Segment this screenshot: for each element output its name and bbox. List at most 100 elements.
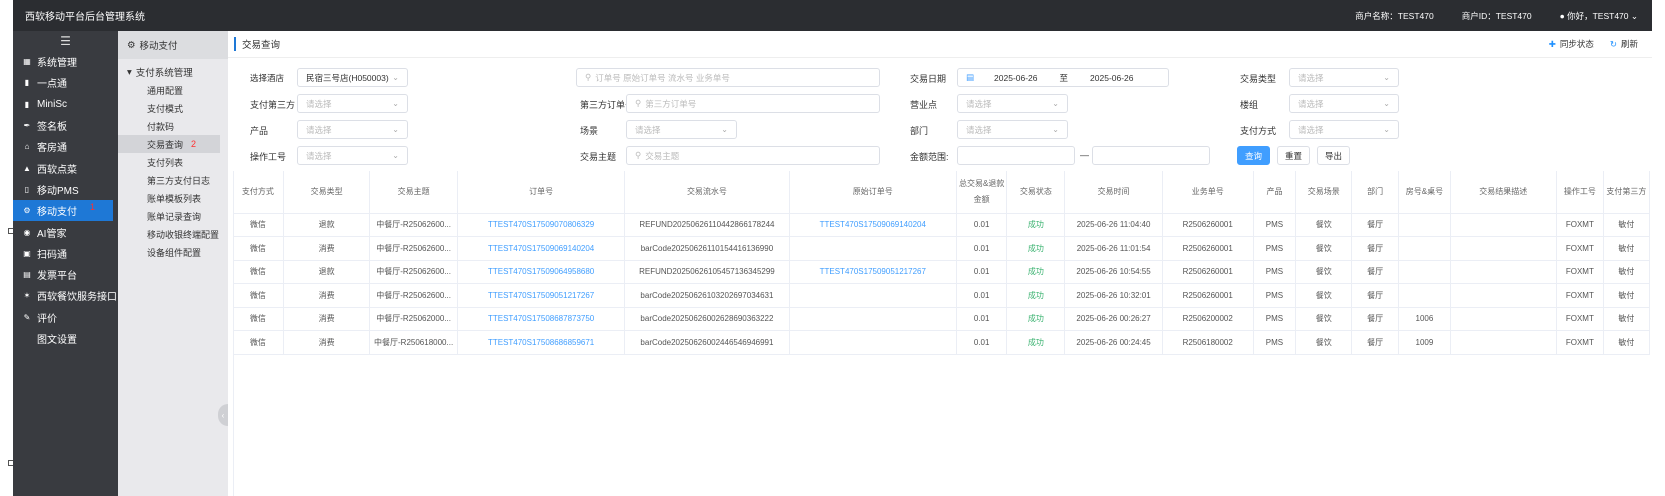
submenu-link[interactable]: 付款码 bbox=[118, 117, 228, 135]
column-header: 业务单号 bbox=[1162, 171, 1254, 214]
export-button[interactable]: 导出 bbox=[1317, 146, 1350, 165]
submenu-link[interactable]: 账单记录查询 bbox=[118, 207, 228, 225]
sidebar-item[interactable]: 图文设置 bbox=[13, 328, 118, 349]
chevron-down-icon: ⌄ bbox=[1383, 125, 1390, 134]
sidebar-item[interactable]: ▲ 西软点菜 bbox=[13, 157, 118, 178]
sidebar-item-label: 一点通 bbox=[37, 79, 67, 91]
table-cell: 敏付 bbox=[1603, 307, 1651, 331]
pay-method-select[interactable]: 请选择 ⌄ bbox=[1289, 120, 1399, 139]
query-button[interactable]: 查询 bbox=[1237, 146, 1270, 165]
table-row[interactable]: 微信 消费 中餐厅-R25062000... TTEST470S17508687873… bbox=[233, 307, 1651, 331]
product-select[interactable]: 请选择 ⌄ bbox=[297, 120, 408, 139]
third-party-select[interactable]: 请选择 ⌄ bbox=[297, 94, 408, 113]
table-cell: 敏付 bbox=[1603, 236, 1651, 261]
table-cell[interactable]: TTEST470S17509051217267 bbox=[789, 260, 958, 284]
amount-min-input[interactable] bbox=[957, 146, 1075, 165]
column-header: 交易类型 bbox=[283, 171, 371, 214]
sidebar-item[interactable]: ◉ AI管家 bbox=[13, 221, 118, 242]
submenu-link-label: 账单模板列表 bbox=[147, 193, 202, 204]
date-range-picker[interactable]: ▤ 2025-06-26 至 2025-06-26 bbox=[957, 68, 1169, 87]
refresh-button[interactable]: ↻ 刷新 bbox=[1610, 38, 1638, 50]
table-cell[interactable]: TTEST470S17508686859671 bbox=[457, 330, 626, 355]
submenu-link[interactable]: 支付模式 bbox=[118, 99, 228, 117]
table-cell: 微信 bbox=[233, 236, 284, 261]
sidebar-item[interactable]: ⚙ 移动支付 1 bbox=[13, 200, 113, 222]
submenu-link[interactable]: 账单模板列表 bbox=[118, 189, 228, 207]
table-cell bbox=[1398, 260, 1451, 284]
submenu-link[interactable]: 交易查询 2 bbox=[118, 135, 220, 153]
submenu-link[interactable]: 通用配置 bbox=[118, 81, 228, 99]
sidebar-item[interactable]: ▮ MiniSc bbox=[13, 94, 118, 115]
table-cell[interactable]: TTEST470S17509069140204 bbox=[789, 213, 958, 237]
table-cell[interactable]: TTEST470S17509070806329 bbox=[457, 213, 626, 237]
bar-chart-icon: ▮ bbox=[24, 78, 30, 88]
table-cell[interactable]: TTEST470S17509064958680 bbox=[457, 260, 626, 284]
table-cell: 中餐厅-R25062600... bbox=[369, 260, 458, 284]
submenu-link[interactable]: 第三方支付日志 bbox=[118, 171, 228, 189]
table-cell[interactable]: TTEST470S17508687873750 bbox=[457, 307, 626, 331]
sync-status-button[interactable]: ✚ 同步状态 bbox=[1549, 38, 1594, 50]
trade-type-select[interactable]: 请选择 ⌄ bbox=[1289, 68, 1399, 87]
table-row[interactable]: 微信 消费 中餐厅-R250618000... TTEST470S1750868685… bbox=[233, 330, 1651, 355]
submenu-link[interactable]: 设备组件配置 bbox=[118, 243, 228, 261]
submenu-head[interactable]: ⚙ 移动支付 bbox=[118, 31, 228, 59]
table-cell[interactable]: TTEST470S17509051217267 bbox=[457, 283, 626, 308]
third-party-placeholder: 请选择 bbox=[306, 98, 332, 109]
sidebar-item[interactable]: ▣ 扫码通 bbox=[13, 243, 118, 264]
table-cell: PMS bbox=[1253, 307, 1297, 331]
scene-select[interactable]: 请选择 ⌄ bbox=[626, 120, 737, 139]
transactions-table: 支付方式 交易类型 交易主题 订单号 交易流水号 原始订单号 总交易&退款金额 交易状态 交易时… bbox=[233, 171, 1651, 355]
table-cell: 餐厅 bbox=[1351, 260, 1400, 284]
app-window: 西软移动平台后台管理系统 商户名称：TEST470 商户ID：TEST470 ●… bbox=[0, 0, 1665, 496]
submenu-group[interactable]: ▾ 支付系统管理 bbox=[118, 63, 228, 81]
building-select[interactable]: 请选择 ⌄ bbox=[1289, 94, 1399, 113]
outlet-select[interactable]: 请选择 ⌄ bbox=[957, 94, 1068, 113]
sidebar-item[interactable]: ⌂ 客房通 bbox=[13, 136, 118, 157]
table-cell: 消费 bbox=[283, 330, 371, 355]
outlet-label: 营业点 bbox=[910, 100, 938, 110]
column-header: 总交易&退款金额 bbox=[956, 171, 1008, 214]
user-menu[interactable]: ● 你好，TEST470 ⌄ bbox=[1560, 10, 1638, 22]
subject-input[interactable]: ⚲ 交易主题 bbox=[626, 146, 880, 165]
reset-button[interactable]: 重置 bbox=[1277, 146, 1310, 165]
outlet-placeholder: 请选择 bbox=[966, 98, 992, 109]
table-cell: 敏付 bbox=[1603, 260, 1651, 284]
column-header: 支付方式 bbox=[233, 171, 284, 214]
order-search-input[interactable]: ⚲ 订单号 原始订单号 流水号 业务单号 bbox=[576, 68, 880, 87]
sidebar: ☰ ▦ 系统管理 ▮ 一点通 ▮ MiniSc ✒ 签名板 ⌂ 客房通 ▲ 西软点菜 ▯ 移动PMS ⚙ 移动… bbox=[13, 31, 118, 496]
bowl-icon: ▲ bbox=[23, 163, 31, 173]
third-order-input[interactable]: ⚲ 第三方订单号 bbox=[626, 94, 880, 113]
menu-toggle-icon[interactable]: ☰ bbox=[13, 31, 118, 51]
sidebar-item[interactable]: ▯ 移动PMS bbox=[13, 179, 118, 200]
operator-select[interactable]: 请选择 ⌄ bbox=[297, 146, 408, 165]
submenu-link[interactable]: 移动收银终端配置 bbox=[118, 225, 228, 243]
hotel-select[interactable]: 民宿三号店(H050003) ⌄ bbox=[297, 68, 408, 87]
subject-label: 交易主题 bbox=[580, 152, 617, 162]
table-cell: 中餐厅-R25062600... bbox=[369, 213, 458, 237]
table-cell bbox=[1450, 330, 1557, 355]
sync-status-label: 同步状态 bbox=[1559, 39, 1594, 49]
dept-select[interactable]: 请选择 ⌄ bbox=[957, 120, 1068, 139]
table-cell: PMS bbox=[1253, 283, 1297, 308]
sidebar-item[interactable]: ✶ 西软餐饮服务接口 bbox=[13, 285, 118, 306]
sidebar-item[interactable]: ✎ 评价 bbox=[13, 307, 118, 328]
table-cell: 成功 bbox=[1006, 307, 1066, 331]
sidebar-item[interactable]: ▮ 一点通 bbox=[13, 72, 118, 93]
column-header: 部门 bbox=[1351, 171, 1400, 214]
table-cell: PMS bbox=[1253, 330, 1297, 355]
sidebar-item[interactable]: ▤ 发票平台 bbox=[13, 264, 118, 285]
table-row[interactable]: 微信 退款 中餐厅-R25062600... TTEST470S17509064958… bbox=[233, 260, 1651, 284]
table-row[interactable]: 微信 消费 中餐厅-R25062600... TTEST470S17509051217… bbox=[233, 283, 1651, 308]
chevron-down-icon: ⌄ bbox=[1383, 73, 1390, 82]
table-cell[interactable]: TTEST470S17509069140204 bbox=[457, 236, 626, 261]
table-row[interactable]: 微信 消费 中餐厅-R25062600... TTEST470S17509069140… bbox=[233, 236, 1651, 261]
sidebar-item[interactable]: ▦ 系统管理 bbox=[13, 51, 118, 72]
gear-icon: ⚙ bbox=[23, 206, 31, 216]
search-icon: ⚲ bbox=[635, 98, 642, 108]
amount-max-input[interactable] bbox=[1092, 146, 1210, 165]
table-row[interactable]: 微信 退款 中餐厅-R25062600... TTEST470S17509070806… bbox=[233, 213, 1651, 237]
submenu-group-label: 支付系统管理 bbox=[135, 68, 193, 79]
submenu-link[interactable]: 支付列表 bbox=[118, 153, 228, 171]
sidebar-item[interactable]: ✒ 签名板 bbox=[13, 115, 118, 136]
page-header: 交易查询 ✚ 同步状态 ↻ 刷新 bbox=[228, 31, 1652, 58]
